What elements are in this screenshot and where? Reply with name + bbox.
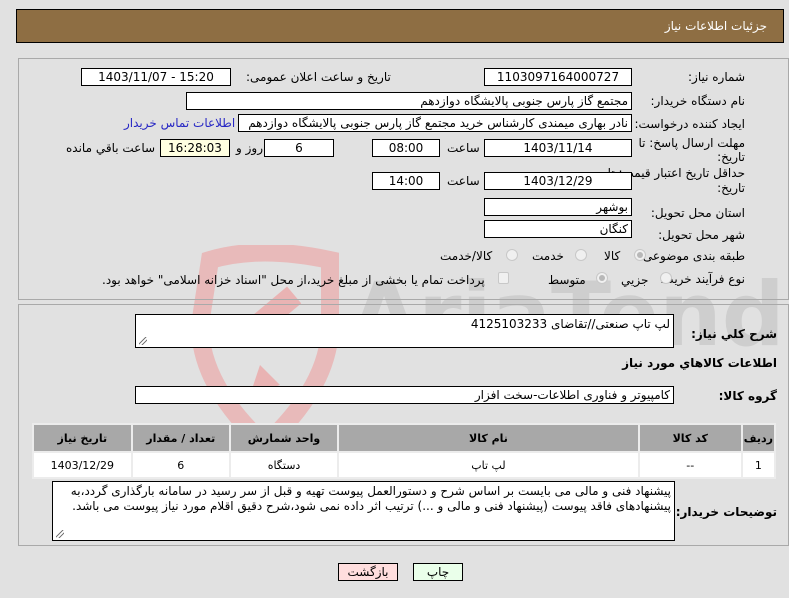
treasury-checkbox[interactable] (498, 272, 509, 284)
treasury-checkbox-label: پرداخت تمام یا بخشی از مبلغ خرید،از محل … (102, 273, 485, 287)
remaining-days: 6 (264, 139, 334, 157)
announce-datetime-field: 1403/11/07 - 15:20 (81, 68, 231, 86)
days-label: روز و (236, 141, 263, 155)
city-field: کنگان (484, 220, 632, 238)
process-radio-minor[interactable] (660, 272, 672, 284)
col-row-number: ردیف (742, 425, 774, 451)
price-validity-time: 14:00 (372, 172, 440, 190)
category-label: طبقه بندی موضوعی: (638, 249, 745, 263)
need-number-field: 1103097164000727 (484, 68, 632, 86)
goods-group-label: گروه کالا: (718, 389, 777, 403)
price-validity-date: 1403/12/29 (484, 172, 632, 190)
cell-row-number: 1 (742, 453, 774, 477)
back-button[interactable]: بازگشت (338, 563, 398, 581)
process-label: نوع فرآیند خرید : (660, 272, 745, 286)
reply-deadline-date: 1403/11/14 (484, 139, 632, 157)
resize-grip-icon[interactable] (56, 530, 64, 538)
reply-deadline-label: مهلت ارسال پاسخ: تا (638, 136, 745, 150)
category-option-service: خدمت (532, 249, 564, 263)
cell-item-code: -- (639, 453, 741, 477)
province-field: بوشهر (484, 198, 632, 216)
print-button[interactable]: چاپ (413, 563, 463, 581)
cell-quantity: 6 (132, 453, 229, 477)
page-title: جزئیات اطلاعات نیاز (664, 19, 767, 33)
remaining-time-label: ساعت باقي مانده (66, 141, 156, 155)
category-radio-goods[interactable] (634, 249, 646, 261)
category-radio-service[interactable] (575, 249, 587, 261)
requester-field: نادر بهاری میمندی کارشناس خرید مجتمع گاز… (238, 114, 632, 132)
buyer-org-label: نام دستگاه خریدار: (650, 94, 746, 108)
reply-deadline-time: 08:00 (372, 139, 440, 157)
reply-time-label: ساعت (447, 141, 480, 155)
price-validity-label-2: تاریخ: (717, 181, 745, 195)
province-label: استان محل تحویل: (650, 206, 745, 220)
page-header: جزئیات اطلاعات نیاز (16, 9, 784, 43)
need-number-label: شماره نیاز: (688, 70, 745, 84)
category-option-goods-service: کالا/خدمت (440, 249, 493, 263)
cell-item-name: لپ تاپ (339, 453, 638, 477)
resize-grip-icon[interactable] (139, 337, 147, 345)
col-item-code: کد کالا (639, 425, 741, 451)
category-option-goods: کالا (604, 249, 621, 263)
items-table: ردیف کد کالا نام کالا واحد شمارش تعداد /… (32, 423, 776, 479)
announce-datetime-label: تاریخ و ساعت اعلان عمومی: (246, 70, 391, 84)
col-item-name: نام کالا (339, 425, 638, 451)
table-header-row: ردیف کد کالا نام کالا واحد شمارش تعداد /… (34, 425, 774, 451)
buyer-notes-text: پیشنهاد فنی و مالی می بایست بر اساس شرح … (70, 484, 671, 513)
buyer-org-field: مجتمع گاز پارس جنوبی پالایشگاه دوازدهم (186, 92, 632, 110)
city-label: شهر محل تحویل: (658, 228, 745, 242)
goods-group-field: کامپیوتر و فناوری اطلاعات-سخت افزار (135, 386, 674, 404)
category-radio-goods-service[interactable] (506, 249, 518, 261)
summary-textarea[interactable]: لپ تاپ صنعتی//تقاضای 4125103233 (135, 314, 674, 348)
col-need-date: تاریخ نیاز (34, 425, 131, 451)
remaining-time: 16:28:03 (160, 139, 230, 157)
items-table-wrapper: ردیف کد کالا نام کالا واحد شمارش تعداد /… (32, 423, 776, 479)
table-row: 1 -- لپ تاپ دستگاه 6 1403/12/29 (34, 453, 774, 477)
items-section-title: اطلاعات کالاهاي مورد نياز (622, 356, 777, 370)
buyer-contact-link[interactable]: اطلاعات تماس خریدار (124, 116, 235, 130)
reply-deadline-label-2: تاریخ: (717, 150, 745, 164)
buyer-notes-label: توضیحات خریدار: (675, 505, 777, 519)
summary-label: شرح کلي نياز: (691, 327, 777, 341)
cell-need-date: 1403/12/29 (34, 453, 131, 477)
cell-unit: دستگاه (230, 453, 338, 477)
col-quantity: تعداد / مقدار (132, 425, 229, 451)
requester-label: ایجاد کننده درخواست: (634, 117, 745, 131)
summary-text: لپ تاپ صنعتی//تقاضای 4125103233 (470, 317, 670, 331)
col-unit: واحد شمارش (230, 425, 338, 451)
process-option-minor: جزیي (621, 273, 649, 287)
process-option-medium: متوسط (548, 273, 586, 287)
buyer-notes-textarea[interactable]: پیشنهاد فنی و مالی می بایست بر اساس شرح … (52, 481, 675, 541)
price-time-label: ساعت (447, 174, 480, 188)
process-radio-medium[interactable] (596, 272, 608, 284)
